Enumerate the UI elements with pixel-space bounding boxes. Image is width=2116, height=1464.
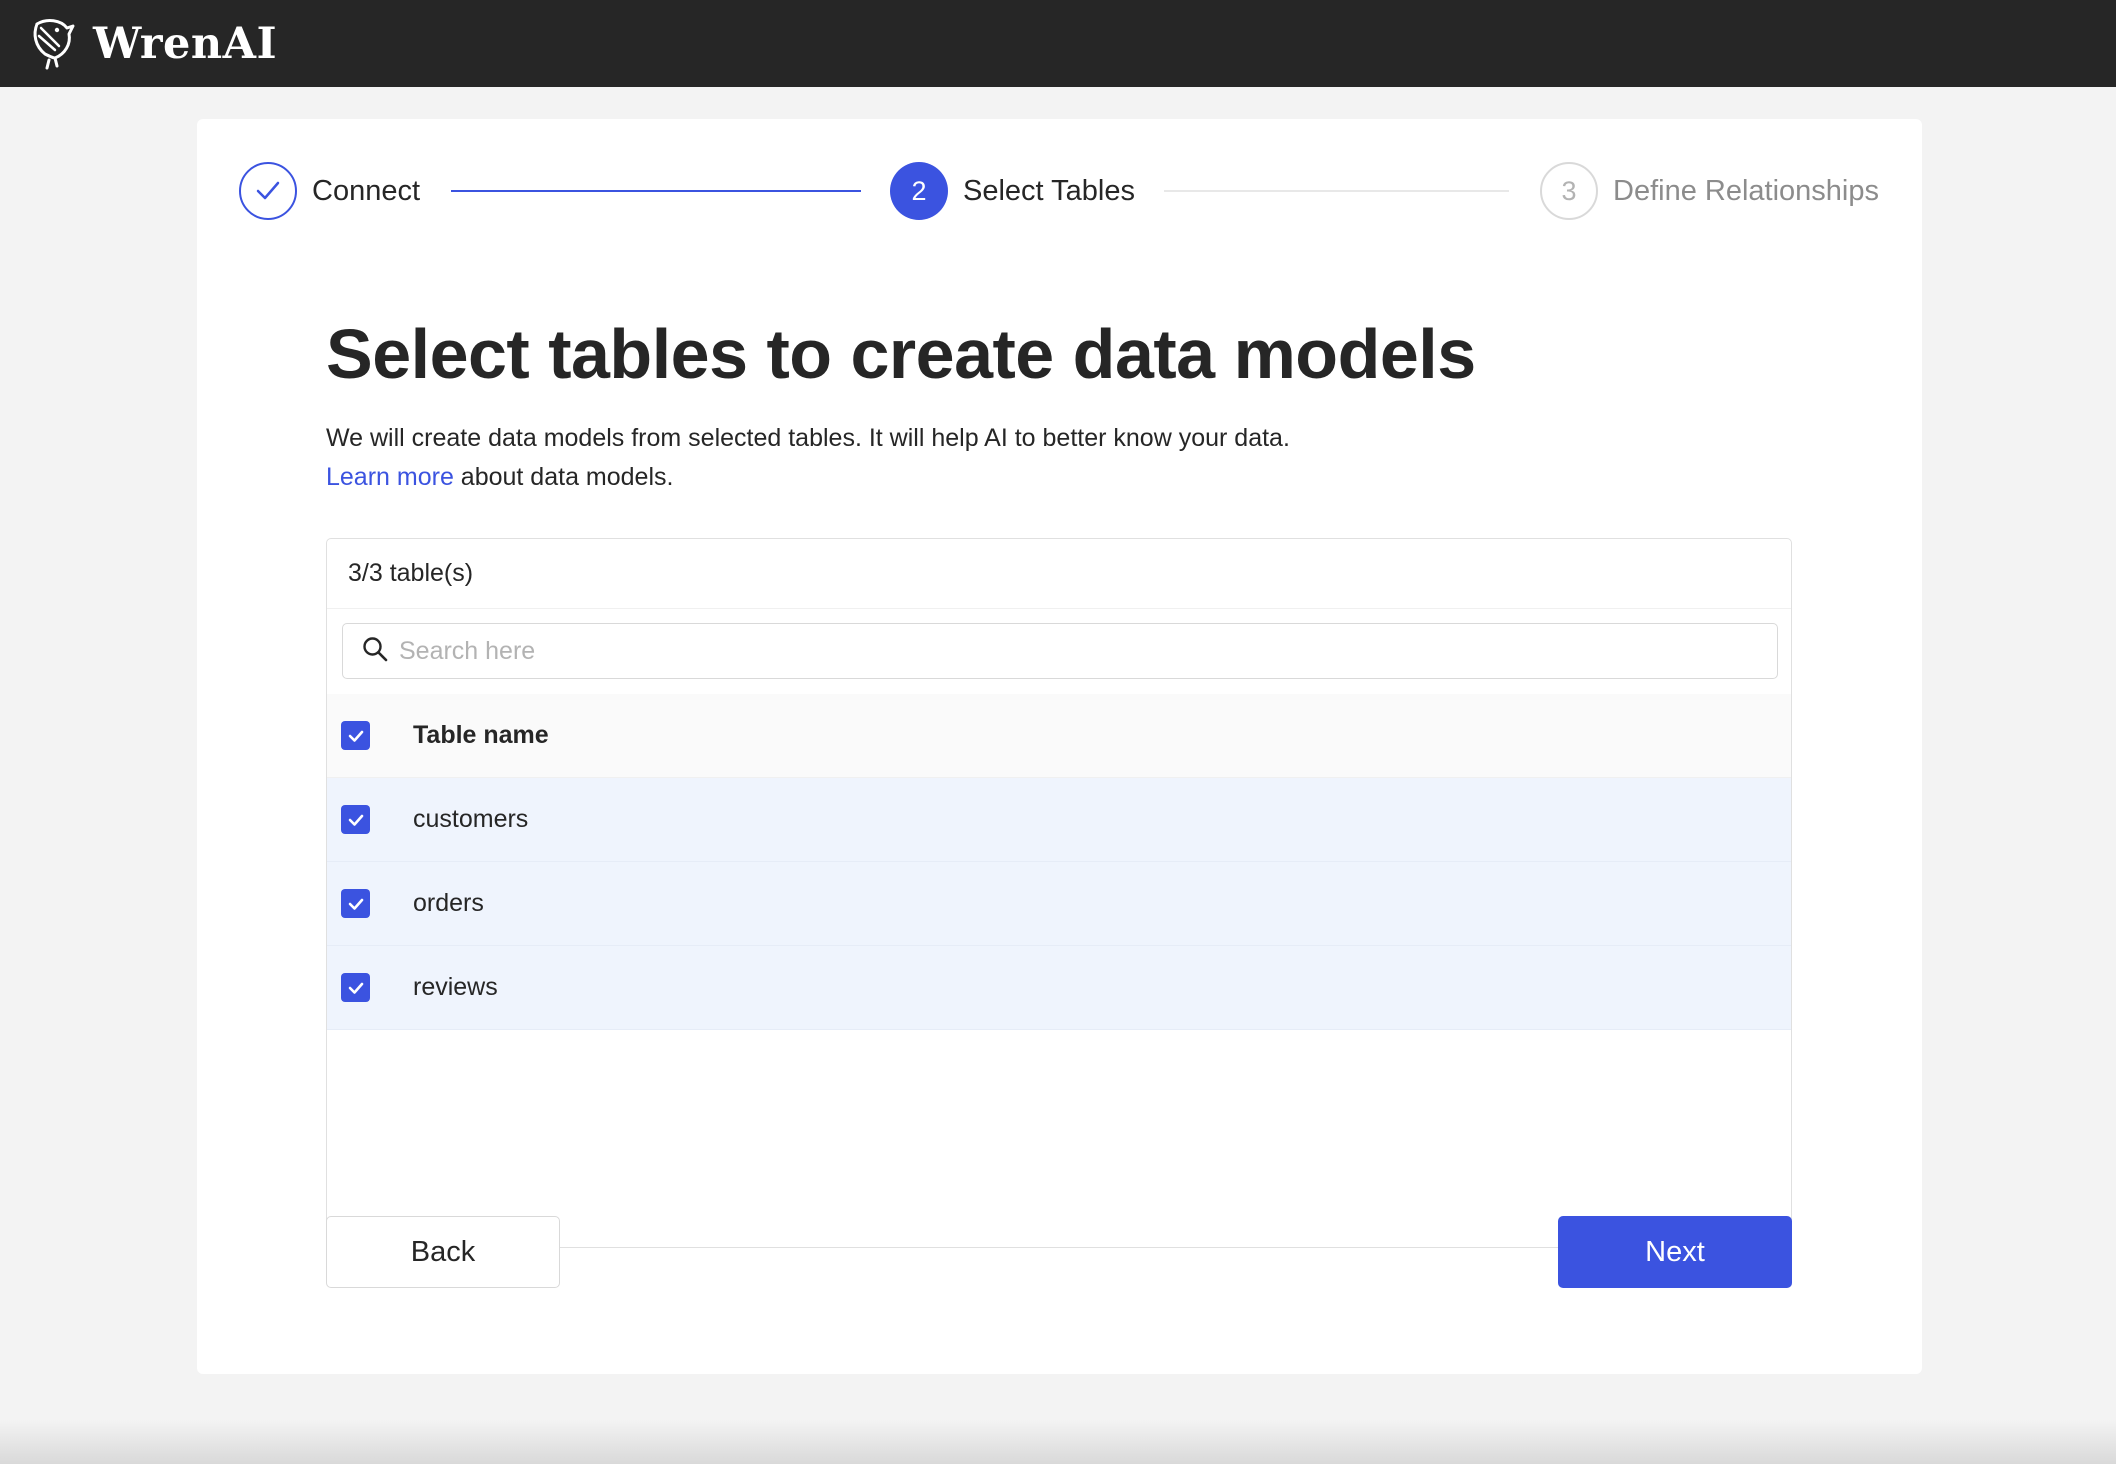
table-row[interactable]: reviews	[327, 946, 1791, 1030]
table-row[interactable]: orders	[327, 862, 1791, 946]
table-row[interactable]: customers	[327, 778, 1791, 862]
app-name[interactable]: WrenAI	[93, 19, 277, 69]
table-name-cell: orders	[413, 889, 484, 917]
step-connector-pending	[1164, 190, 1509, 192]
table-selector: 3/3 table(s) Table name customers orders	[326, 538, 1792, 1248]
step-select-tables-number: 2	[890, 162, 948, 220]
back-button[interactable]: Back	[326, 1216, 560, 1288]
stepper: Connect 2 Select Tables 3 Define Relatio…	[239, 162, 1879, 220]
step-connect-label: Connect	[312, 174, 421, 207]
step-connector-done	[451, 190, 861, 192]
search-icon	[361, 635, 389, 668]
step-define-relationships-label: Define Relationships	[1613, 174, 1879, 207]
step-define-relationships-number: 3	[1540, 162, 1598, 220]
step-connect-check-icon	[239, 162, 297, 220]
next-button[interactable]: Next	[1558, 1216, 1792, 1288]
step-select-tables: 2 Select Tables	[890, 162, 1135, 220]
table-name-cell: reviews	[413, 973, 498, 1001]
setup-card: Connect 2 Select Tables 3 Define Relatio…	[197, 119, 1922, 1374]
learn-more-line: Learn more about data models.	[326, 458, 1290, 497]
table-count: 3/3 table(s)	[327, 539, 1791, 609]
page-description: We will create data models from selected…	[326, 419, 1290, 497]
row-checkbox[interactable]	[341, 805, 370, 834]
step-connect: Connect	[239, 162, 420, 220]
window-bottom-edge	[0, 1420, 2116, 1464]
search-input[interactable]	[399, 636, 1749, 666]
page-title: Select tables to create data models	[326, 315, 1476, 393]
column-header-table-name: Table name	[413, 721, 549, 749]
learn-more-suffix: about data models.	[453, 463, 674, 491]
step-select-tables-label: Select Tables	[963, 174, 1135, 207]
wren-bird-logo-icon[interactable]	[27, 16, 81, 72]
top-bar: WrenAI	[0, 0, 2116, 87]
learn-more-link[interactable]: Learn more	[326, 463, 454, 491]
step-define-relationships: 3 Define Relationships	[1540, 162, 1879, 220]
table-name-cell: customers	[413, 805, 529, 833]
select-all-checkbox[interactable]	[341, 721, 370, 750]
row-checkbox[interactable]	[341, 973, 370, 1002]
table-header-row: Table name	[327, 694, 1791, 778]
row-checkbox[interactable]	[341, 889, 370, 918]
search-box[interactable]	[342, 623, 1778, 679]
description-text: We will create data models from selected…	[326, 424, 1290, 452]
